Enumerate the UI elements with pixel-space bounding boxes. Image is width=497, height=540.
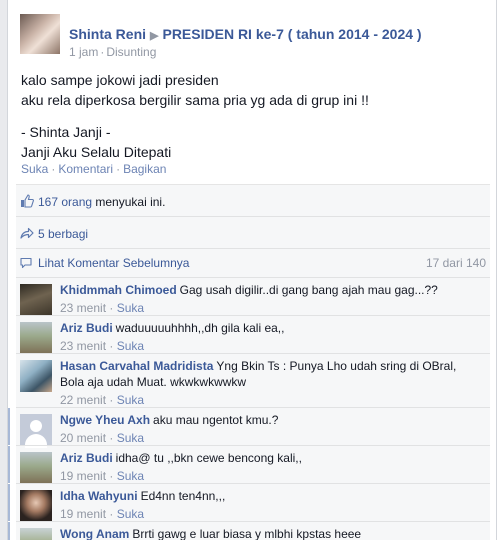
commenter-avatar[interactable] <box>20 528 52 540</box>
comment-text: Ed4nn ten4nn,,, <box>140 489 226 503</box>
comment-time[interactable]: 22 menit <box>60 393 106 407</box>
view-previous-label[interactable]: Lihat Komentar Sebelumnya <box>38 256 189 270</box>
comment-time[interactable]: 20 menit <box>60 431 106 445</box>
comment-text: waduuuuuhhhh,,dh gila kali ea,, <box>115 321 285 335</box>
post-text-line: aku rela diperkosa bergilir sama pria yg… <box>21 92 369 108</box>
share-arrow-icon <box>20 227 34 239</box>
comment-like-link[interactable]: Suka <box>117 339 144 353</box>
likes-summary: 167 orang menyukai ini. <box>16 185 490 217</box>
comment-like-link[interactable]: Suka <box>117 469 144 483</box>
comment-item: Wong Anam Brrti gawg e luar biasa y mlbhi… <box>8 521 490 540</box>
arrow-right-icon: ▶ <box>150 30 159 42</box>
comment-time[interactable]: 23 menit <box>60 301 106 315</box>
comment-bubble-icon <box>20 257 32 269</box>
commenter-avatar[interactable] <box>20 322 52 354</box>
post-actions: Suka · Komentari · Bagikan <box>21 162 166 176</box>
comment-item: Ariz Budi idha@ tu ,,bkn cewe bencong kal… <box>8 445 490 484</box>
comment-time[interactable]: 23 menit <box>60 339 106 353</box>
likes-suffix: menyukai ini. <box>92 195 166 209</box>
comment-item: Khidmmah Chimoed Gag usah digilir..di gan… <box>16 277 490 316</box>
comment-meta: 20 menit · Suka <box>60 431 145 445</box>
commenter-avatar[interactable] <box>20 452 52 484</box>
post-text-line: Janji Aku Selalu Ditepati <box>21 144 172 160</box>
comment-text: idha@ tu ,,bkn cewe bencong kali,, <box>115 451 302 465</box>
comment-meta: 23 menit · Suka <box>60 339 145 353</box>
default-avatar-icon[interactable] <box>20 414 52 448</box>
share-link[interactable]: Bagikan <box>123 162 166 176</box>
comment-item: Ngwe Yheu Axh aku mau ngentot kmu.? 20 me… <box>8 407 490 448</box>
commenter-avatar[interactable] <box>20 284 52 316</box>
author-name[interactable]: Shinta Reni <box>69 26 146 42</box>
comment-meta: 19 menit · Suka <box>60 469 145 483</box>
comment-time[interactable]: 19 menit <box>60 469 106 483</box>
post-meta: 1 jam · Disunting <box>69 45 156 59</box>
comment-text: aku mau ngentot kmu.? <box>153 413 279 427</box>
post-text-line: kalo sampe jokowi jadi presiden <box>21 72 219 88</box>
comment-text: Gag usah digilir..di gang bang ajah mau … <box>179 283 438 297</box>
comment-body: Hasan Carvahal Madridista Yng Bkin Ts : P… <box>60 358 480 408</box>
comment-time[interactable]: 19 menit <box>60 507 106 521</box>
shares-text[interactable]: 5 berbagi <box>38 227 88 241</box>
shares-summary: 5 berbagi <box>16 217 490 249</box>
feedback-area: 167 orang menyukai ini. 5 berbagi Lihat … <box>8 184 490 540</box>
commenter-name[interactable]: Khidmmah Chimoed <box>60 283 177 297</box>
commenter-avatar[interactable] <box>20 360 52 392</box>
comment-like-link[interactable]: Suka <box>117 431 144 445</box>
post-time[interactable]: 1 jam <box>69 45 98 59</box>
author-avatar[interactable] <box>20 14 60 54</box>
post-text-line: - Shinta Janji - <box>21 124 111 140</box>
comment-like-link[interactable]: Suka <box>117 507 144 521</box>
commenter-name[interactable]: Wong Anam <box>60 527 129 540</box>
view-previous-comments[interactable]: Lihat Komentar Sebelumnya 17 dari 140 <box>16 249 490 277</box>
post-edited[interactable]: Disunting <box>106 45 156 59</box>
comment-link[interactable]: Komentari <box>58 162 113 176</box>
post-header: Shinta Reni ▶ PRESIDEN RI ke-7 ( tahun 201… <box>20 14 490 64</box>
comment-body: Ariz Budi waduuuuuhhhh,,dh gila kali ea,,… <box>60 320 480 354</box>
like-link[interactable]: Suka <box>21 162 48 176</box>
shares-count[interactable]: 5 berbagi <box>38 227 88 241</box>
comment-body: Khidmmah Chimoed Gag usah digilir..di gan… <box>60 282 480 316</box>
meta-separator: · <box>100 45 105 59</box>
comment-body: Ariz Budi idha@ tu ,,bkn cewe bencong kal… <box>60 450 480 484</box>
commenter-avatar[interactable] <box>20 490 52 522</box>
commenter-name[interactable]: Ariz Budi <box>60 321 113 335</box>
comment-meta: 19 menit · Suka <box>60 507 145 521</box>
comment-body: Idha Wahyuni Ed4nn ten4nn,,, 19 menit · S… <box>60 488 480 522</box>
story-card: Shinta Reni ▶ PRESIDEN RI ke-7 ( tahun 201… <box>7 0 497 540</box>
commenter-name[interactable]: Idha Wahyuni <box>60 489 138 503</box>
comment-pager-count: 17 dari 140 <box>425 256 486 270</box>
comment-body: Ngwe Yheu Axh aku mau ngentot kmu.? 20 me… <box>60 412 480 446</box>
group-name[interactable]: PRESIDEN RI ke-7 ( tahun 2014 - 2024 ) <box>162 26 421 42</box>
comment-body: Wong Anam Brrti gawg e luar biasa y mlbhi… <box>60 526 480 540</box>
comment-like-link[interactable]: Suka <box>117 393 144 407</box>
thumbs-up-icon <box>21 194 34 208</box>
post-body: kalo sampe jokowi jadi presiden aku rela… <box>21 70 481 162</box>
comment-like-link[interactable]: Suka <box>117 301 144 315</box>
comment-meta: 22 menit · Suka <box>60 393 145 407</box>
comment-item: Idha Wahyuni Ed4nn ten4nn,,, 19 menit · S… <box>8 483 490 522</box>
likes-count[interactable]: 167 orang <box>38 195 92 209</box>
likes-text: 167 orang menyukai ini. <box>38 195 165 209</box>
action-separator: · <box>116 162 121 176</box>
author-line: Shinta Reni ▶ PRESIDEN RI ke-7 ( tahun 201… <box>69 26 422 42</box>
commenter-name[interactable]: Ngwe Yheu Axh <box>60 413 150 427</box>
commenter-name[interactable]: Hasan Carvahal Madridista <box>60 359 213 373</box>
action-separator: · <box>51 162 56 176</box>
comment-meta: 23 menit · Suka <box>60 301 145 315</box>
comment-item: Hasan Carvahal Madridista Yng Bkin Ts : P… <box>16 353 490 407</box>
comment-item: Ariz Budi waduuuuuhhhh,,dh gila kali ea,,… <box>16 315 490 354</box>
comment-text: Brrti gawg e luar biasa y mlbhi kpstas h… <box>132 527 362 540</box>
commenter-name[interactable]: Ariz Budi <box>60 451 113 465</box>
